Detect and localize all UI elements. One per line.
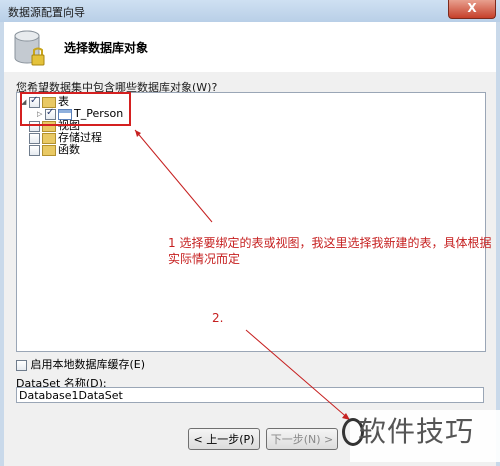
arrow-line-1 (134, 129, 213, 223)
wizard-window: 数据源配置向导 X 选择数据库对象 您希望数据集中包含哪些数据库对象(W)? ◢… (0, 0, 500, 466)
annotation-arrows (134, 129, 351, 421)
watermark-text: 软件技巧 (358, 415, 475, 448)
arrow-line-2 (245, 329, 351, 421)
